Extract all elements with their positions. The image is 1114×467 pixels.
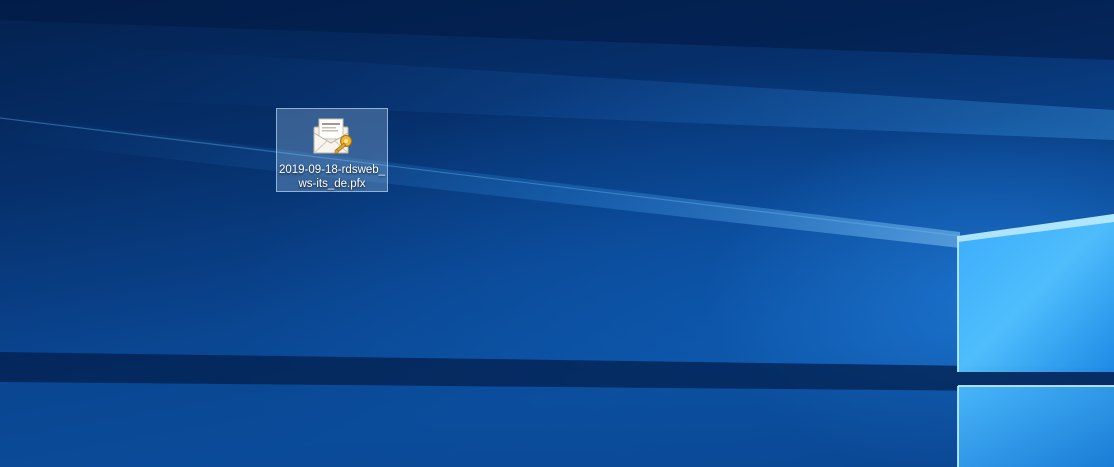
desktop-icon-pfx-file[interactable]: 2019-09-18-rdsweb_ ws-its_de.pfx xyxy=(276,108,388,192)
desktop-icon-label: 2019-09-18-rdsweb_ ws-its_de.pfx xyxy=(278,163,386,191)
wallpaper xyxy=(0,0,1114,467)
desktop[interactable]: 2019-09-18-rdsweb_ ws-its_de.pfx xyxy=(0,0,1114,467)
filename-line-2: ws-its_de.pfx xyxy=(298,178,366,190)
certificate-pfx-icon xyxy=(313,118,352,154)
filename-line-1: 2019-09-18-rdsweb_ xyxy=(278,164,386,176)
